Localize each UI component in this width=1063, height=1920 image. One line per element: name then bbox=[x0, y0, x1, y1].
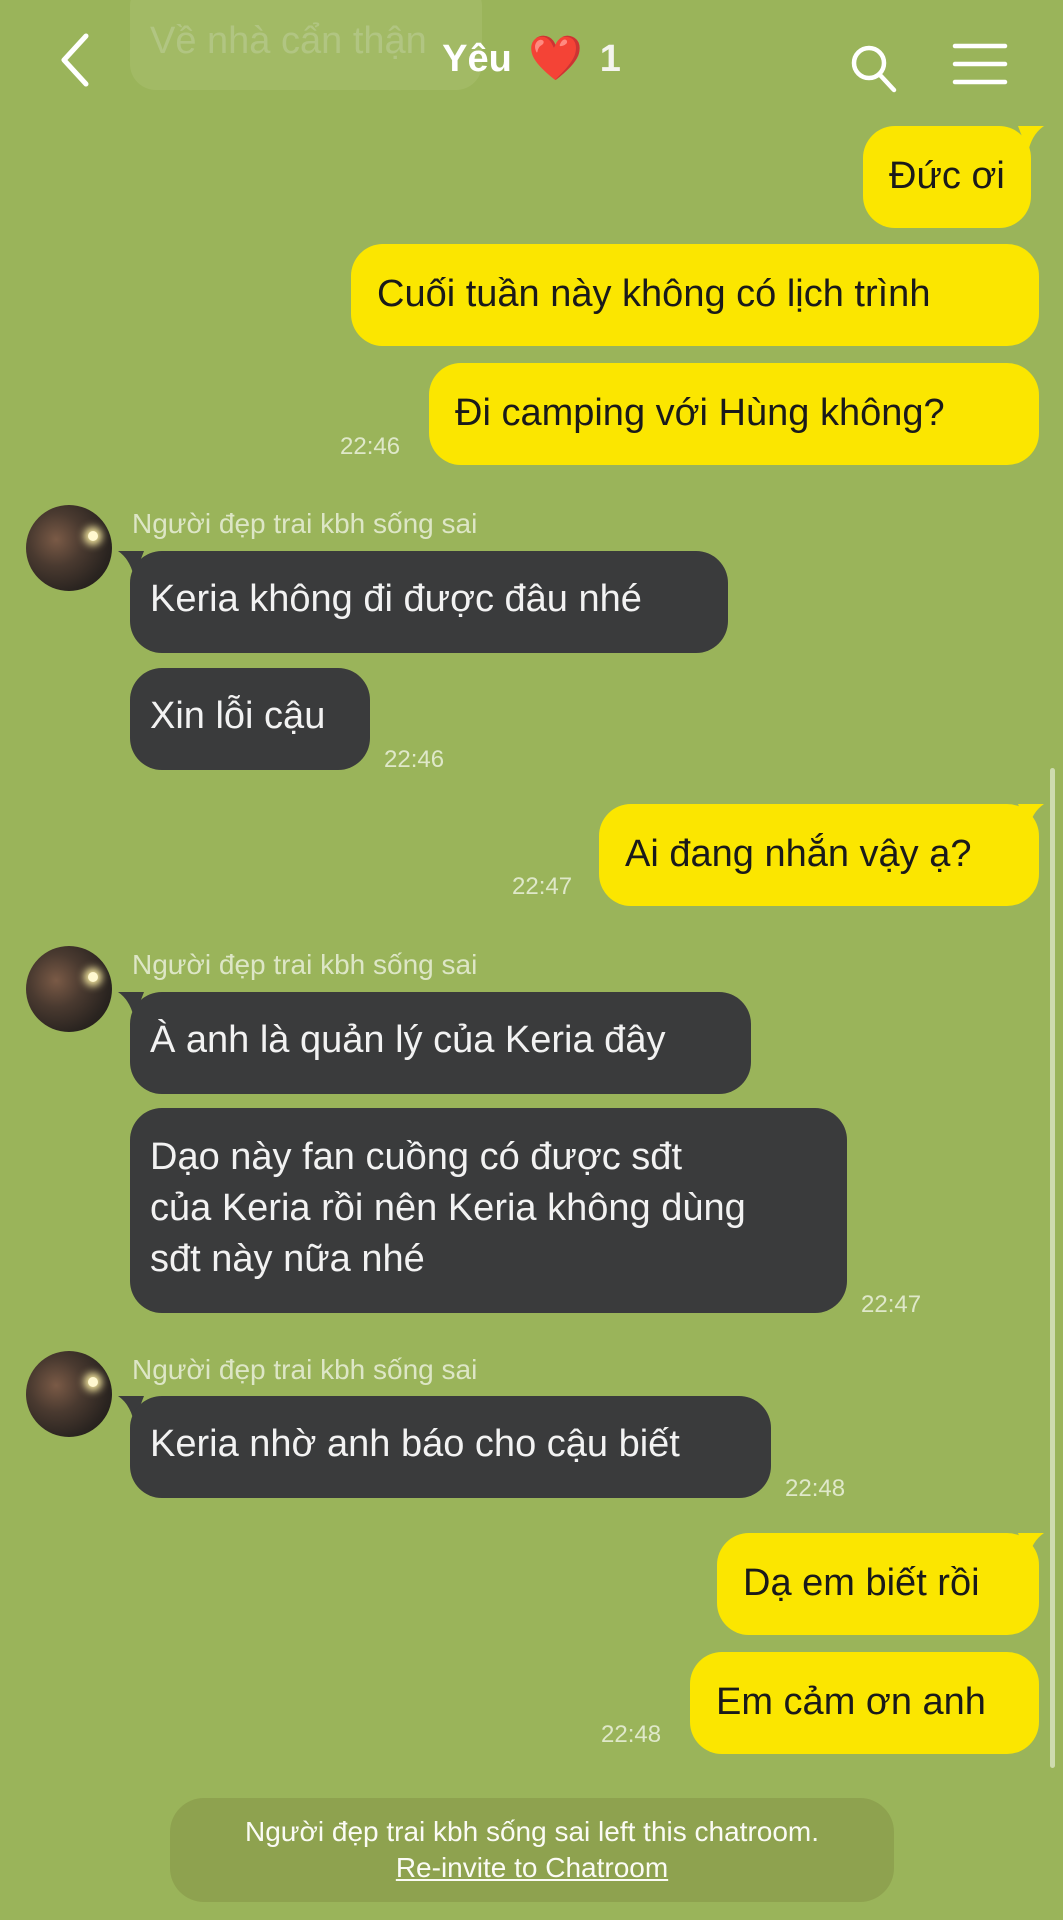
bubble-tail-icon bbox=[1018, 126, 1044, 152]
sender-name: Người đẹp trai kbh sống sai bbox=[132, 949, 478, 980]
timestamp: 22:47 bbox=[512, 873, 573, 900]
chat-header: Về nhà cẩn thận Yêu ❤️ 1 bbox=[0, 0, 1063, 118]
sent-message[interactable]: Đức ơi bbox=[863, 126, 1031, 228]
scrollbar[interactable] bbox=[1050, 768, 1055, 1768]
left-chatroom-notice: Người đẹp trai kbh sống sai left this ch… bbox=[170, 1798, 894, 1902]
timestamp: 22:48 bbox=[601, 1721, 662, 1748]
message-text: Cuối tuần này không có lịch trình bbox=[377, 273, 931, 315]
message-text: Ai đang nhắn vậy ạ? bbox=[625, 833, 972, 875]
reinvite-link[interactable]: Re-invite to Chatroom bbox=[396, 1850, 668, 1886]
avatar[interactable] bbox=[26, 946, 112, 1032]
timestamp: 22:47 bbox=[861, 1291, 922, 1318]
search-icon bbox=[851, 45, 897, 93]
sent-message[interactable]: Em cảm ơn anh bbox=[690, 1652, 1039, 1754]
message-text: Dạ em biết rồi bbox=[743, 1562, 980, 1604]
bubble-tail-icon bbox=[1018, 804, 1044, 830]
received-message[interactable]: Keria nhờ anh báo cho cậu biết bbox=[130, 1396, 771, 1498]
message-text: Em cảm ơn anh bbox=[716, 1681, 986, 1723]
message-text-line: Dạo này fan cuồng có được sđt bbox=[150, 1136, 682, 1178]
chat-title-text: Yêu bbox=[442, 38, 512, 80]
message-text: Đi camping với Hùng không? bbox=[455, 392, 945, 434]
avatar[interactable] bbox=[26, 1351, 112, 1437]
menu-button[interactable] bbox=[952, 42, 1008, 86]
notice-text: Người đẹp trai kbh sống sai left this ch… bbox=[244, 1816, 820, 1847]
message-text: Keria nhờ anh báo cho cậu biết bbox=[150, 1423, 680, 1465]
message-text-line: sđt này nữa nhé bbox=[150, 1238, 425, 1280]
timestamp: 22:46 bbox=[340, 433, 401, 460]
chat-title: Yêu ❤️ 1 bbox=[0, 32, 1063, 84]
message-text-line: của Keria rồi nên Keria không dùng bbox=[150, 1187, 746, 1229]
member-count: 1 bbox=[599, 38, 621, 80]
sent-message[interactable]: Ai đang nhắn vậy ạ? bbox=[599, 804, 1039, 906]
received-message[interactable]: Keria không đi được đâu nhé bbox=[130, 551, 728, 653]
timestamp: 22:48 bbox=[785, 1475, 846, 1502]
search-button[interactable] bbox=[848, 42, 898, 96]
sent-message[interactable]: Dạ em biết rồi bbox=[717, 1533, 1039, 1635]
sent-message[interactable]: Đi camping với Hùng không? bbox=[429, 363, 1039, 465]
avatar[interactable] bbox=[26, 505, 112, 591]
message-text: À anh là quản lý của Keria đây bbox=[150, 1019, 666, 1061]
timestamp: 22:46 bbox=[384, 746, 445, 773]
received-message[interactable]: Dạo này fan cuồng có được sđt của Keria … bbox=[130, 1108, 847, 1313]
message-text: Xin lỗi cậu bbox=[150, 695, 326, 737]
bubble-tail-icon bbox=[1018, 1533, 1044, 1559]
sent-message[interactable]: Cuối tuần này không có lịch trình bbox=[351, 244, 1039, 346]
heart-icon: ❤️ bbox=[528, 34, 584, 83]
message-text: Keria không đi được đâu nhé bbox=[150, 578, 642, 620]
sender-name: Người đẹp trai kbh sống sai bbox=[132, 1354, 478, 1385]
sender-name: Người đẹp trai kbh sống sai bbox=[132, 508, 478, 539]
received-message[interactable]: À anh là quản lý của Keria đây bbox=[130, 992, 751, 1094]
received-message[interactable]: Xin lỗi cậu bbox=[130, 668, 370, 770]
hamburger-menu-icon bbox=[952, 43, 1008, 85]
message-text: Đức ơi bbox=[889, 155, 1005, 197]
